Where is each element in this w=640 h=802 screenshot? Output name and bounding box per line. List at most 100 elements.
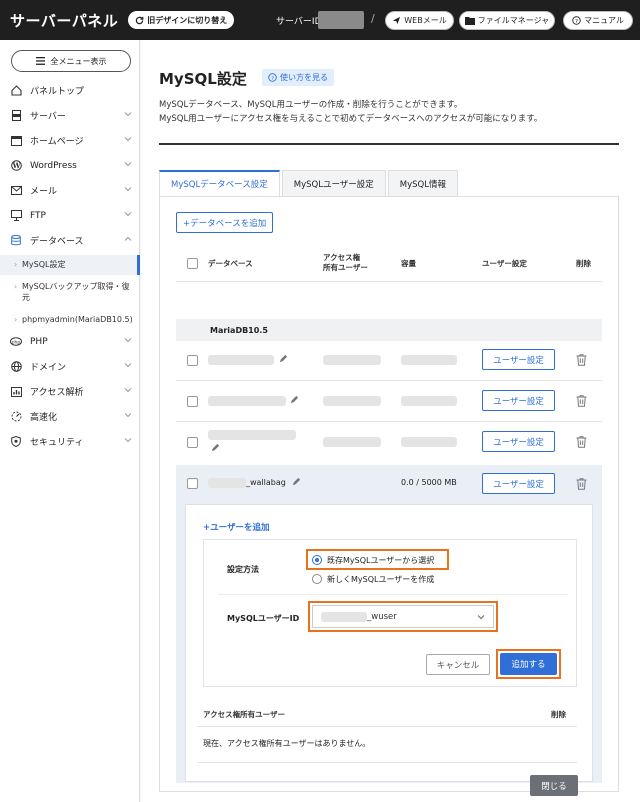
owner-redacted — [323, 437, 381, 447]
database-name-redacted — [208, 396, 286, 406]
row-checkbox[interactable] — [187, 396, 198, 407]
monitor-icon — [10, 210, 22, 222]
sidebar-item-server[interactable]: サーバー — [0, 103, 140, 128]
database-name-prefix-redacted — [208, 478, 246, 488]
webmail-button[interactable]: WEBメール — [385, 11, 454, 30]
old-design-button[interactable]: 旧デザインに切り替え — [128, 11, 235, 29]
close-button[interactable]: 閉じる — [530, 775, 578, 796]
sidebar: 全メニュー表示 パネルトップ サーバー ホームページ W WordPress メ… — [0, 40, 140, 802]
folder-icon — [464, 17, 475, 25]
server-id-label: サーバーID — [276, 17, 322, 27]
user-settings-button[interactable]: ユーザー設定 — [482, 473, 555, 494]
chevron-down-icon — [124, 187, 132, 192]
sidebar-item-label: ドメイン — [30, 363, 67, 373]
size-redacted — [401, 355, 457, 365]
size-redacted — [401, 396, 457, 406]
row-divider — [176, 380, 602, 381]
sidebar-item-domain[interactable]: ドメイン — [0, 354, 140, 379]
sidebar-item-ftp[interactable]: FTP — [0, 203, 140, 228]
speed-icon — [10, 411, 22, 423]
chevron-down-icon — [124, 338, 132, 343]
sidebar-item-speedup[interactable]: 高速化 — [0, 404, 140, 429]
chevron-down-icon — [124, 413, 132, 418]
sidebar-item-label: 高速化 — [30, 413, 58, 423]
shield-icon — [10, 436, 22, 448]
sidebar-subitem-mysql-backup[interactable]: › MySQLバックアップ取得・復元 — [0, 281, 132, 303]
svg-text:php: php — [12, 339, 21, 345]
trash-icon[interactable] — [576, 478, 587, 490]
group-header: MariaDB10.5 — [176, 319, 602, 341]
row-divider — [176, 281, 602, 282]
old-design-label: 旧デザインに切り替え — [147, 15, 228, 25]
user-settings-button[interactable]: ユーザー設定 — [482, 349, 555, 370]
manual-button[interactable]: ? マニュアル — [563, 11, 633, 30]
bullet-icon: › — [14, 315, 18, 324]
pencil-icon[interactable] — [292, 477, 301, 486]
sidebar-item-label: WordPress — [30, 160, 77, 171]
add-database-button[interactable]: +データベースを追加 — [176, 212, 274, 233]
tab-mysql-user[interactable]: MySQLユーザー設定 — [281, 170, 386, 196]
trash-icon[interactable] — [576, 395, 587, 407]
column-header-access-2: 所有ユーザー — [323, 263, 368, 272]
submit-add-button[interactable]: 追加する — [500, 653, 557, 675]
sidebar-item-database[interactable]: データベース — [0, 228, 140, 253]
sidebar-item-php[interactable]: php PHP — [0, 329, 140, 354]
pencil-icon[interactable] — [290, 395, 299, 404]
row-checkbox[interactable] — [187, 478, 198, 489]
database-name-redacted — [208, 430, 296, 440]
pencil-icon[interactable] — [211, 443, 220, 452]
database-name: _wallabag — [246, 478, 286, 487]
sidebar-item-label: ホームページ — [30, 137, 84, 147]
sidebar-item-access-analytics[interactable]: アクセス解析 — [0, 379, 140, 404]
column-header-access-1: アクセス権 — [323, 253, 361, 262]
browser-icon — [10, 135, 22, 147]
sidebar-item-homepage[interactable]: ホームページ — [0, 128, 140, 153]
radio-existing-user[interactable] — [312, 555, 322, 565]
sidebar-item-wordpress[interactable]: W WordPress — [0, 153, 140, 178]
hamburger-icon — [35, 57, 45, 65]
sidebar-item-mail[interactable]: メール — [0, 178, 140, 203]
owner-redacted — [323, 355, 381, 365]
select-all-checkbox[interactable] — [187, 258, 198, 269]
size-redacted — [401, 437, 457, 447]
trash-icon[interactable] — [576, 354, 587, 366]
user-settings-button[interactable]: ユーザー設定 — [482, 390, 555, 411]
database-panel: +データベースを追加 データベース アクセス権 所有ユーザー 容量 ユーザー設定… — [159, 196, 619, 796]
column-header-user-settings: ユーザー設定 — [482, 259, 527, 268]
chevron-down-icon — [477, 615, 485, 620]
cancel-button[interactable]: キャンセル — [426, 654, 490, 675]
user-id-select[interactable]: _wuser — [312, 605, 494, 628]
help-icon: ? — [572, 16, 581, 25]
svg-text:?: ? — [271, 76, 274, 82]
filemanager-button[interactable]: ファイルマネージャ — [459, 11, 555, 30]
method-label: 設定方法 — [227, 565, 259, 574]
sidebar-subitem-mysql-settings[interactable]: › MySQL設定 — [0, 255, 140, 275]
row-checkbox[interactable] — [187, 355, 198, 366]
chart-icon — [10, 386, 22, 398]
send-icon — [393, 16, 401, 25]
tab-mysql-database[interactable]: MySQLデータベース設定 — [159, 170, 280, 196]
radio-new-user[interactable] — [312, 574, 322, 584]
trash-icon[interactable] — [576, 436, 587, 448]
sidebar-subitem-label: MySQLバックアップ取得・復元 — [22, 282, 130, 302]
pencil-icon[interactable] — [279, 354, 288, 363]
column-header-database: データベース — [208, 259, 253, 268]
howto-button[interactable]: ? 使い方を見る — [262, 69, 334, 86]
tab-bar: MySQLデータベース設定 MySQLユーザー設定 MySQL情報 — [159, 170, 460, 196]
help-icon: ? — [268, 73, 277, 82]
chevron-down-icon — [124, 438, 132, 443]
user-id-value: _wuser — [367, 611, 397, 622]
sidebar-item-label: パネルトップ — [30, 87, 85, 97]
sidebar-item-security[interactable]: セキュリティ — [0, 429, 140, 454]
tab-mysql-info[interactable]: MySQL情報 — [387, 170, 458, 196]
description-line-2: MySQL用ユーザーにアクセス権を与えることで初めてデータベースへのアクセスが可… — [159, 114, 543, 124]
all-menu-button[interactable]: 全メニュー表示 — [11, 50, 131, 72]
sidebar-subitem-phpmyadmin[interactable]: › phpmyadmin(MariaDB10.5) — [0, 314, 140, 325]
row-checkbox[interactable] — [187, 437, 198, 448]
sidebar-item-label: データベース — [30, 237, 84, 247]
add-user-link[interactable]: +ユーザーを追加 — [203, 521, 269, 533]
top-bar: サーバーパネル 旧デザインに切り替え サーバーID / WEBメール ファイルマ… — [0, 0, 640, 40]
user-settings-button[interactable]: ユーザー設定 — [482, 431, 555, 452]
sidebar-item-label: サーバー — [30, 112, 66, 122]
sidebar-item-panel-top[interactable]: パネルトップ — [0, 78, 140, 103]
